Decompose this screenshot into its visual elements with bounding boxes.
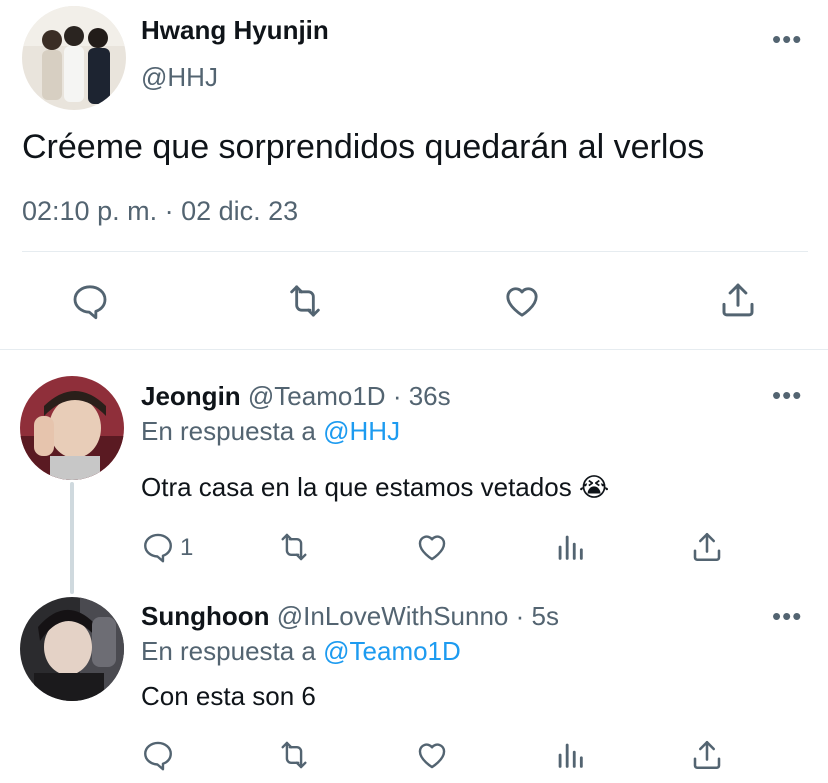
reply-more-icon[interactable]: ••• [772,382,802,408]
reply-text: Otra casa en la que estamos vetados 😭 [141,472,610,502]
reply-more-icon[interactable]: ••• [772,603,802,629]
reply-age[interactable]: · 5s [516,601,559,631]
reply-age[interactable]: · 36s [393,381,451,411]
share-icon[interactable] [689,529,725,565]
reply-count: 1 [180,534,194,561]
reply-author-handle[interactable]: @Teamo1D [248,381,386,411]
divider [0,349,828,350]
reply-author-name[interactable]: Sunghoon @InLoveWithSunno · 5s [141,601,559,632]
reply-icon[interactable] [70,281,110,321]
main-tweet-text: Créeme que sorprendidos quedarán al verl… [22,128,705,166]
retweet-icon[interactable] [276,738,312,772]
main-author-handle[interactable]: @HHJ [141,62,218,93]
reply-author-name-text[interactable]: Jeongin [141,381,241,411]
reply-context: En respuesta a @Teamo1D [141,636,461,667]
reply-text: Con esta son 6 [141,681,316,711]
reply-prefix: En respuesta a [141,636,316,666]
reply-author-name[interactable]: Jeongin @Teamo1D · 36s [141,381,451,412]
share-icon[interactable] [717,279,759,321]
avatar-sunghoon[interactable] [20,597,124,701]
reply-icon[interactable] [141,530,175,564]
avatar-jeongin[interactable] [20,376,124,480]
analytics-icon[interactable] [553,738,587,772]
retweet-icon[interactable] [276,530,312,564]
reply-to-link[interactable]: @Teamo1D [323,636,461,666]
main-tweet-timestamp[interactable]: 02:10 p. m. · 02 dic. 23 [22,196,298,227]
reply-prefix: En respuesta a [141,416,316,446]
main-more-icon[interactable]: ••• [772,26,802,52]
divider [22,251,808,252]
reply-to-link[interactable]: @HHJ [323,416,400,446]
main-author-name[interactable]: Hwang Hyunjin [141,15,329,46]
like-icon[interactable] [501,281,543,321]
like-icon[interactable] [414,738,450,772]
share-icon[interactable] [689,737,725,773]
reply-context: En respuesta a @HHJ [141,416,400,447]
reply-author-name-text[interactable]: Sunghoon [141,601,270,631]
reply-author-handle[interactable]: @InLoveWithSunno [277,601,509,631]
avatar-hwang-hyunjin[interactable] [22,6,126,110]
reply-icon[interactable] [141,738,175,772]
analytics-icon[interactable] [553,530,587,564]
like-icon[interactable] [414,530,450,564]
thread-connector-line [70,482,74,594]
retweet-icon[interactable] [284,281,326,321]
